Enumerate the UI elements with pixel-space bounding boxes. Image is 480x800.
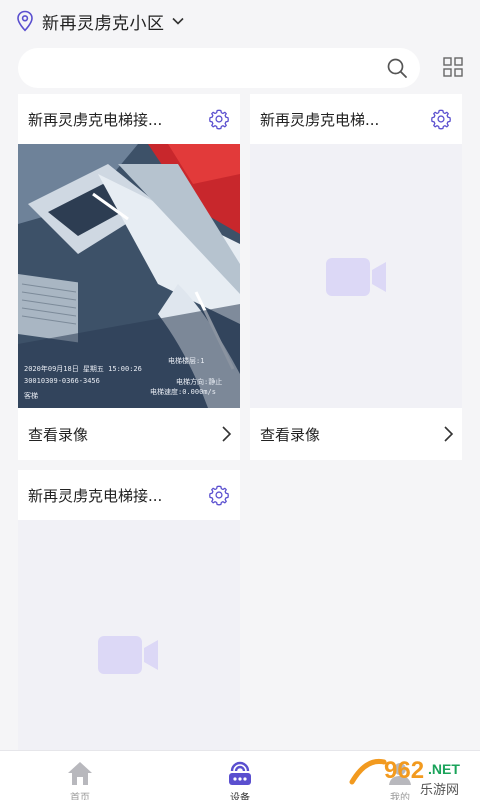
- tab-home[interactable]: 首页: [0, 751, 160, 800]
- video-camera-icon: [326, 258, 386, 296]
- chevron-right-icon: [444, 426, 454, 442]
- search-icon[interactable]: [386, 57, 408, 79]
- device-title: 新再灵虏克电梯...: [260, 110, 380, 129]
- watermark-suffix: .NET: [428, 761, 460, 777]
- device-card[interactable]: 新再灵虏克电梯接...: [18, 470, 240, 750]
- elevator-photo: 2020年09月18日 星期五 15:00:26 电梯楼层:1 30010309…: [18, 144, 240, 408]
- card-header: 新再灵虏克电梯接...: [18, 94, 240, 144]
- search-box[interactable]: [18, 48, 420, 88]
- tab-home-label: 首页: [70, 793, 90, 800]
- video-camera-icon: [98, 636, 158, 674]
- device-title: 新再灵虏克电梯接...: [28, 110, 163, 129]
- site-watermark-logo: 962 .NET 乐游网: [344, 752, 460, 798]
- osd-type: 客梯: [24, 392, 38, 400]
- osd-speed: 电梯速度:0.000m/s: [150, 388, 216, 396]
- device-card[interactable]: 新再灵虏克电梯... 查看录像: [250, 94, 462, 460]
- view-recording-label: 查看录像: [260, 425, 321, 444]
- tab-devices[interactable]: 设备: [160, 751, 320, 800]
- osd-direction: 电梯方向:静止: [176, 378, 223, 386]
- chevron-right-icon: [222, 426, 232, 442]
- camera-placeholder[interactable]: [18, 520, 240, 750]
- gear-icon[interactable]: [208, 484, 230, 506]
- router-device-icon: [229, 761, 251, 785]
- grid-view-icon[interactable]: [442, 56, 464, 78]
- watermark-brand: 962: [384, 757, 424, 784]
- view-recording-button[interactable]: 查看录像: [250, 408, 462, 460]
- home-icon: [68, 762, 92, 785]
- community-name[interactable]: 新再灵虏克小区: [42, 9, 165, 34]
- card-header: 新再灵虏克电梯接...: [18, 470, 240, 520]
- osd-device-id: 30010309-0366-3456: [24, 377, 100, 385]
- top-bar: 新再灵虏克小区: [0, 0, 480, 42]
- tab-devices-label: 设备: [230, 793, 250, 800]
- card-header: 新再灵虏克电梯...: [250, 94, 462, 144]
- location-pin-icon: [17, 10, 33, 32]
- device-title: 新再灵虏克电梯接...: [28, 486, 163, 505]
- osd-floor: 电梯楼层:1: [168, 357, 205, 365]
- view-recording-button[interactable]: 查看录像: [18, 408, 240, 460]
- gear-icon[interactable]: [430, 108, 452, 130]
- search-row: [0, 42, 480, 94]
- camera-snapshot[interactable]: 2020年09月18日 星期五 15:00:26 电梯楼层:1 30010309…: [18, 144, 240, 408]
- search-input[interactable]: [34, 48, 374, 88]
- device-card[interactable]: 新再灵虏克电梯接...: [18, 94, 240, 460]
- gear-icon[interactable]: [208, 108, 230, 130]
- osd-datetime: 2020年09月18日 星期五 15:00:26: [24, 365, 142, 373]
- watermark-subtitle: 乐游网: [420, 783, 459, 798]
- view-recording-label: 查看录像: [28, 425, 89, 444]
- camera-placeholder[interactable]: [250, 144, 462, 408]
- chevron-down-icon[interactable]: [171, 14, 185, 28]
